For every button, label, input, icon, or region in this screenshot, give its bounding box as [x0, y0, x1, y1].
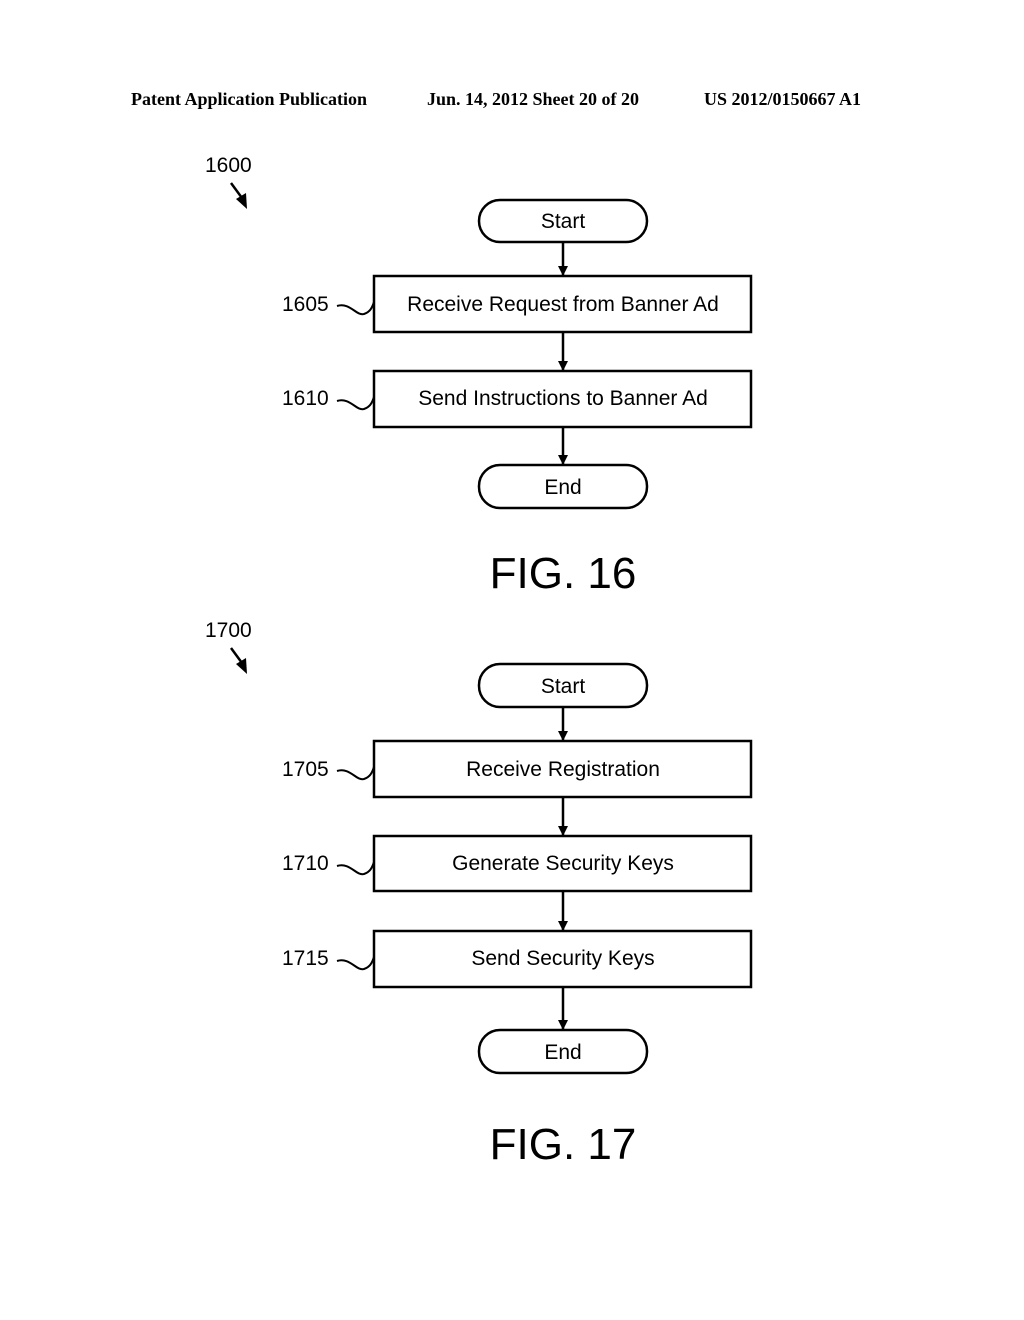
leader-line: [336, 861, 375, 876]
node-ref-label: 1715: [282, 947, 329, 970]
figure-ref-arrow-icon: [229, 647, 247, 674]
leader-line: [336, 766, 375, 781]
figure-ref-label: 1600: [205, 154, 252, 177]
node-label: Send Security Keys: [471, 947, 654, 970]
node-label: End: [544, 1041, 581, 1064]
node-ref-label: 1705: [282, 758, 329, 781]
node-ref-label: 1610: [282, 387, 329, 410]
node-ref-label: 1605: [282, 293, 329, 316]
flow-node-start: Start: [477, 662, 649, 709]
leader-line: [336, 956, 375, 971]
node-label: Generate Security Keys: [452, 852, 674, 875]
figure-ref-arrow-icon: [229, 182, 247, 209]
node-label: End: [544, 476, 581, 499]
node-label: Start: [541, 675, 586, 698]
node-label: Send Instructions to Banner Ad: [418, 387, 708, 410]
flow-node-1605: Receive Request from Banner Ad 1605: [282, 274, 753, 334]
figure-16: 1600 Start Receive Request from Banner A…: [205, 154, 753, 598]
flow-node-end: End: [477, 463, 649, 510]
figure-ref-label: 1700: [205, 619, 252, 642]
leader-line: [336, 396, 375, 411]
flowchart-canvas: 1600 Start Receive Request from Banner A…: [205, 154, 753, 1169]
leader-line: [336, 301, 375, 316]
node-label: Receive Registration: [466, 758, 660, 781]
patent-sheet: Patent Application Publication Jun. 14, …: [0, 0, 1024, 1320]
node-label: Receive Request from Banner Ad: [407, 293, 719, 316]
node-label: Start: [541, 210, 586, 233]
flow-node-1715: Send Security Keys 1715: [282, 929, 753, 989]
flow-node-start: Start: [477, 198, 649, 244]
node-ref-label: 1710: [282, 852, 329, 875]
flow-node-1705: Receive Registration 1705: [282, 739, 753, 799]
figure-caption: FIG. 17: [490, 1120, 637, 1169]
flow-node-end: End: [477, 1028, 649, 1075]
flow-node-1710: Generate Security Keys 1710: [282, 834, 753, 893]
flow-node-1610: Send Instructions to Banner Ad 1610: [282, 369, 753, 429]
figure-17: 1700 Start Receive Registration 1705 Gen…: [205, 619, 753, 1169]
figure-caption: FIG. 16: [490, 549, 637, 598]
